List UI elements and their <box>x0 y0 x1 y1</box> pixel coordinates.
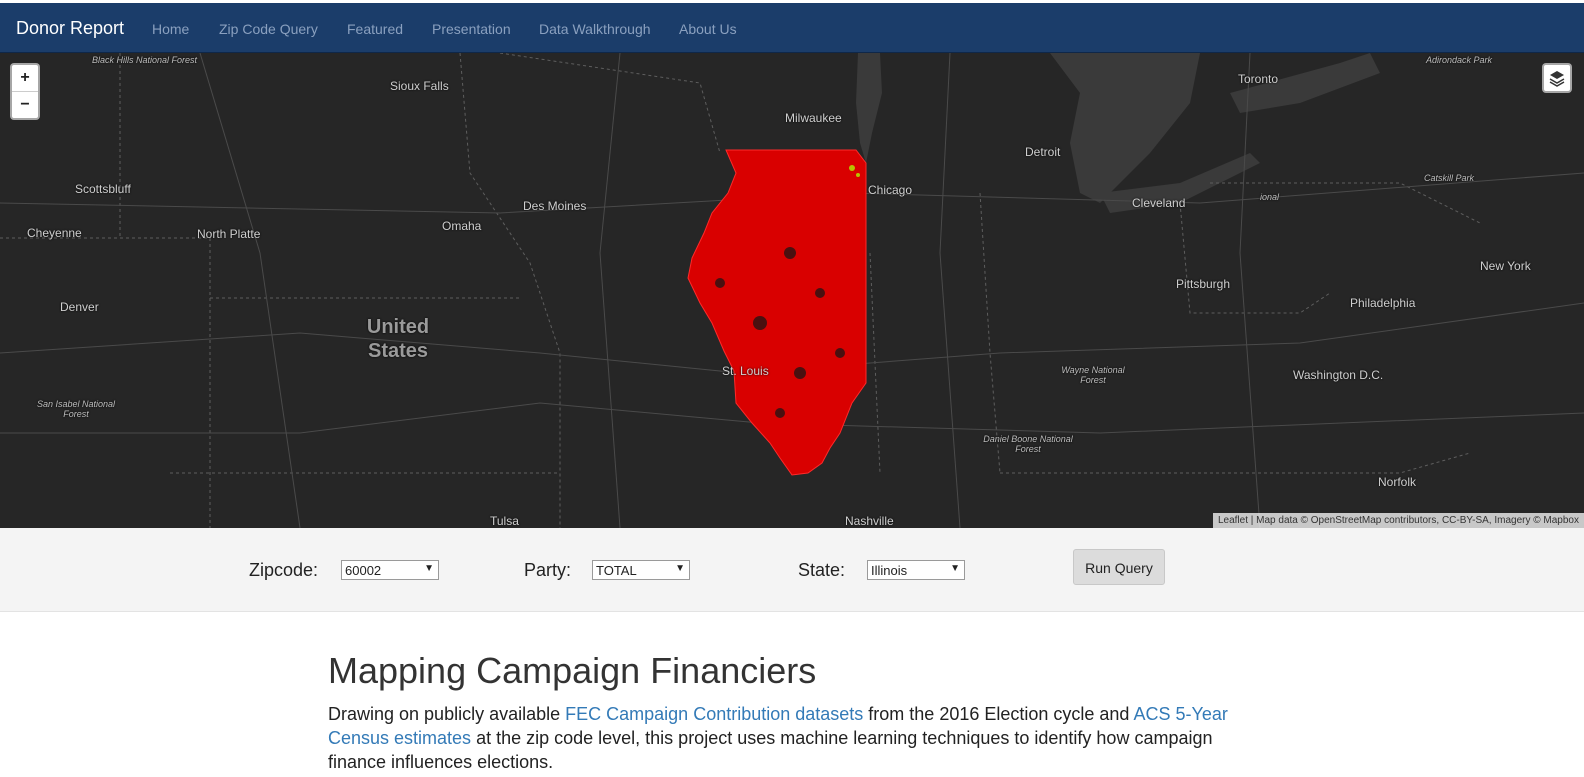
label-scottsbluff: Scottsbluff <box>75 182 131 196</box>
illinois-choropleth <box>687 149 867 476</box>
navbar: Donor Report Home Zip Code Query Feature… <box>0 3 1584 53</box>
label-cheyenne: Cheyenne <box>27 226 82 240</box>
party-select[interactable]: TOTAL ▼ <box>592 560 690 580</box>
lake-michigan <box>856 53 882 163</box>
label-philadelphia: Philadelphia <box>1350 296 1416 310</box>
label-sioux-falls: Sioux Falls <box>390 79 449 93</box>
map-attribution[interactable]: Leaflet | Map data © OpenStreetMap contr… <box>1212 513 1584 528</box>
intro-section: Mapping Campaign Financiers Drawing on p… <box>328 650 1228 774</box>
nav-about-us[interactable]: About Us <box>679 21 737 37</box>
label-st-louis: St. Louis <box>722 364 769 378</box>
brand-link[interactable]: Donor Report <box>16 18 124 39</box>
chevron-down-icon: ▼ <box>424 563 434 574</box>
label-new-york: New York <box>1480 259 1531 273</box>
label-des-moines: Des Moines <box>523 199 587 213</box>
intro-text-2: from the 2016 Election cycle and <box>863 704 1134 724</box>
label-washington: Washington D.C. <box>1293 368 1384 382</box>
label-national: ional <box>1260 192 1280 202</box>
zipcode-label: Zipcode: <box>249 560 319 580</box>
state-select[interactable]: Illinois ▼ <box>867 560 965 580</box>
label-milwaukee: Milwaukee <box>785 111 842 125</box>
state-label: State: <box>798 560 846 580</box>
label-black-hills: Black Hills National Forest <box>92 55 198 65</box>
label-pittsburgh: Pittsburgh <box>1176 277 1231 291</box>
label-north-platte: North Platte <box>197 227 261 241</box>
zipcode-select[interactable]: 60002 ▼ <box>341 560 439 580</box>
label-adirondack: Adirondack Park <box>1426 55 1493 65</box>
nav-presentation[interactable]: Presentation <box>432 21 511 37</box>
label-omaha: Omaha <box>442 219 482 233</box>
zipcode-value: 60002 <box>345 563 382 578</box>
label-united-states: United States <box>366 316 430 362</box>
label-detroit: Detroit <box>1025 145 1061 159</box>
label-norfolk: Norfolk <box>1378 475 1417 489</box>
label-san-isabel: San Isabel National Forest <box>36 399 116 419</box>
party-value: TOTAL <box>596 563 637 578</box>
chevron-down-icon: ▼ <box>950 563 960 574</box>
fec-dataset-link[interactable]: FEC Campaign Contribution datasets <box>565 704 863 724</box>
label-toronto: Toronto <box>1238 72 1279 86</box>
lake-huron <box>1050 53 1200 203</box>
zoom-control: + − <box>10 63 40 120</box>
nav-home[interactable]: Home <box>152 21 189 37</box>
label-chicago: Chicago <box>868 183 913 197</box>
chevron-down-icon: ▼ <box>675 563 685 574</box>
layers-icon <box>1549 71 1565 87</box>
nav-featured[interactable]: Featured <box>347 21 403 37</box>
query-bar: Zipcode: 60002 ▼ Party: TOTAL ▼ State: I… <box>0 528 1584 612</box>
label-denver: Denver <box>60 300 99 314</box>
state-value: Illinois <box>871 563 908 578</box>
nav-zip-code-query[interactable]: Zip Code Query <box>219 21 318 37</box>
zoom-out-button[interactable]: − <box>12 92 38 118</box>
intro-text-1: Drawing on publicly available <box>328 704 566 724</box>
page-title: Mapping Campaign Financiers <box>328 650 817 691</box>
zoom-in-button[interactable]: + <box>12 65 38 92</box>
label-cleveland: Cleveland <box>1132 196 1186 210</box>
label-catskill: Catskill Park <box>1424 173 1475 183</box>
label-daniel-boone: Daniel Boone National Forest <box>983 434 1073 454</box>
label-wayne: Wayne National Forest <box>1061 365 1125 385</box>
intro-paragraph: Drawing on publicly available FEC Campai… <box>328 702 1228 774</box>
map-view[interactable]: + − Black Hills National Forest Sioux Fa… <box>0 53 1584 528</box>
run-query-button[interactable]: Run Query <box>1073 549 1165 585</box>
party-label: Party: <box>524 560 572 580</box>
nav-data-walkthrough[interactable]: Data Walkthrough <box>539 21 651 37</box>
label-tulsa: Tulsa <box>490 514 519 528</box>
label-nashville: Nashville <box>845 514 894 528</box>
layers-button[interactable] <box>1542 63 1572 93</box>
